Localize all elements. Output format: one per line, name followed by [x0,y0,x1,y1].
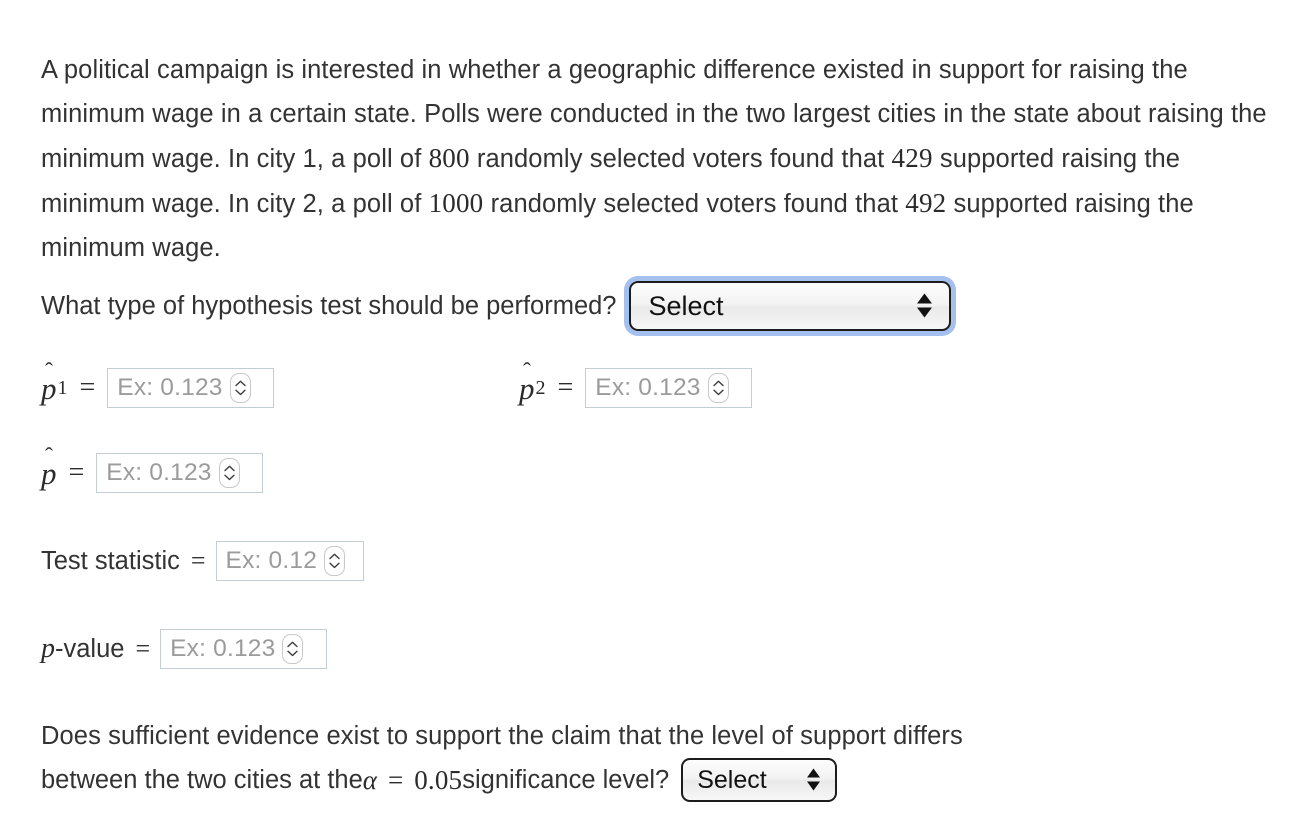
p-hat-1-spinner[interactable] [229,373,251,403]
p-hat-pooled-placeholder: Ex: 0.123 [106,458,212,486]
p-value-italic-p: p [41,633,55,664]
p-value-label-rest: -value [55,634,125,663]
successes-1-value: 429 [891,142,933,173]
p-hat-1-subscript: 1 [57,376,68,399]
p-value-equals: = [135,634,151,663]
p-hat-2-row: ̂p2 = Ex: 0.123 [519,368,753,408]
hypothesis-test-type-label: What type of hypothesis test should be p… [41,291,617,320]
p-hat-pooled-spinner[interactable] [218,458,240,488]
p-hat-pooled-letter: p [41,455,57,491]
test-statistic-row: Test statistic = Ex: 0.12 [41,541,364,581]
alpha-equals: = [387,764,404,795]
conclusion-text-before: between the two cities at the [41,765,363,794]
conclusion-line-2: between the two cities at the α = 0.05 sig… [41,758,1241,802]
p-hat-2-input[interactable]: Ex: 0.123 [585,368,753,408]
p-hat-1-symbol: ̂p [41,373,57,404]
select-updown-arrows-icon [806,768,821,792]
p-hat-pooled-input[interactable]: Ex: 0.123 [96,453,264,493]
p-value-spinner[interactable] [282,634,304,664]
p-hat-pooled-equals: = [68,457,85,488]
conclusion-select-value: Select [697,765,767,794]
conclusion-select[interactable]: Select [681,758,838,802]
p-hat-1-row: ̂p1 = Ex: 0.123 [41,368,275,408]
p-hat-1-letter: p [41,370,57,406]
alpha-value: 0.05 [414,764,463,795]
sample-size-2-value: 1000 [428,187,484,218]
p-hat-pooled-row: ̂p = Ex: 0.123 [41,453,264,493]
p-value-row: p -value = Ex: 0.123 [41,629,328,669]
successes-2-value: 492 [905,187,947,218]
hypothesis-test-type-row: What type of hypothesis test should be p… [41,281,951,331]
hypothesis-test-type-select-value: Select [648,290,724,321]
p-hat-pooled-symbol: ̂p [41,458,57,489]
problem-statement: A political campaign is interested in wh… [41,48,1271,270]
conclusion-line-1: Does sufficient evidence exist to suppor… [41,722,963,750]
select-updown-arrows-icon [916,293,933,319]
test-statistic-label: Test statistic [41,546,180,575]
p-hat-1-placeholder: Ex: 0.123 [117,373,223,401]
test-statistic-equals: = [190,546,206,575]
p-hat-2-placeholder: Ex: 0.123 [595,373,701,401]
alpha-symbol: α [362,764,377,795]
p-hat-2-symbol: ̂p [519,373,535,404]
sample-size-1-value: 800 [428,142,470,173]
p-hat-1-input[interactable]: Ex: 0.123 [107,368,275,408]
problem-text-4: randomly selected voters found that [483,189,906,218]
problem-text-2: randomly selected voters found that [469,144,892,173]
hypothesis-test-type-select[interactable]: Select [628,281,951,331]
test-statistic-spinner[interactable] [324,546,346,576]
p-value-input[interactable]: Ex: 0.123 [160,629,328,669]
p-hat-2-spinner[interactable] [707,373,729,403]
conclusion-text-after: significance level? [462,765,670,794]
p-hat-2-letter: p [519,370,535,406]
exercise-page: A political campaign is interested in wh… [0,0,1306,832]
p-hat-1-equals: = [79,372,96,403]
p-hat-2-equals: = [557,372,574,403]
p-value-placeholder: Ex: 0.123 [170,634,276,662]
conclusion-question: Does sufficient evidence exist to suppor… [41,714,1241,802]
p-hat-2-subscript: 2 [535,376,546,399]
test-statistic-placeholder: Ex: 0.12 [225,546,318,574]
test-statistic-input[interactable]: Ex: 0.12 [215,541,364,581]
